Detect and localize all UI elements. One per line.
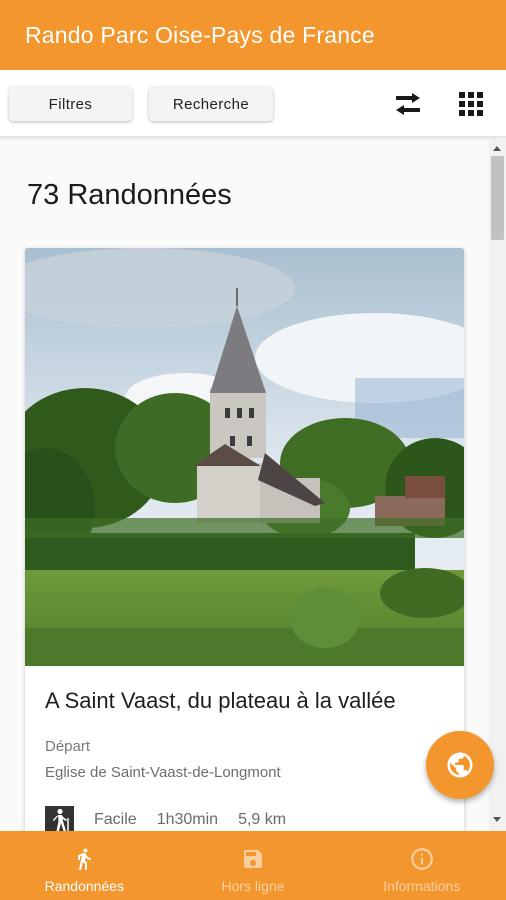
scrollbar[interactable] xyxy=(489,138,506,831)
distance-text: 5,9 km xyxy=(238,811,287,828)
toolbar: Filtres Recherche xyxy=(0,70,506,137)
hike-list[interactable]: 73 Randonnées A Saint Vaast, du plateau … xyxy=(0,138,489,831)
hike-meta: Facile 1h30min 5,9 km xyxy=(45,805,306,831)
difficulty-text: Facile xyxy=(94,811,137,828)
nav-label-randonnees: Randonnées xyxy=(44,878,125,894)
duration-text: 1h30min xyxy=(156,811,219,828)
depart-label: Départ xyxy=(45,738,91,755)
scrollbar-thumb[interactable] xyxy=(491,156,504,240)
filters-button[interactable]: Filtres xyxy=(9,87,132,121)
app-bar: Rando Parc Oise-Pays de France xyxy=(0,0,506,70)
walk-icon xyxy=(72,846,96,872)
hike-card[interactable]: A Saint Vaast, du plateau à la vallée Dé… xyxy=(25,248,464,831)
nav-hors-ligne[interactable]: Hors ligne xyxy=(169,831,338,900)
nav-label-hors-ligne: Hors ligne xyxy=(221,878,285,894)
app-title: Rando Parc Oise-Pays de France xyxy=(25,21,375,48)
info-icon xyxy=(409,846,435,872)
search-button[interactable]: Recherche xyxy=(149,87,273,121)
nav-randonnees[interactable]: Randonnées xyxy=(0,831,169,900)
map-fab-button[interactable] xyxy=(426,731,494,799)
hiker-icon xyxy=(45,805,74,831)
globe-icon xyxy=(447,752,473,778)
swap-horizontal-icon[interactable] xyxy=(389,88,427,120)
grid-view-icon[interactable] xyxy=(452,88,490,120)
scroll-up-arrow-icon[interactable] xyxy=(493,146,501,151)
save-icon xyxy=(241,846,265,872)
nav-label-informations: Informations xyxy=(383,878,461,894)
nav-informations[interactable]: Informations xyxy=(337,831,506,900)
hike-title[interactable]: A Saint Vaast, du plateau à la vallée xyxy=(45,688,396,714)
bottom-navigation: Randonnées Hors ligne Informations xyxy=(0,831,506,900)
results-count: 73 Randonnées xyxy=(27,179,232,211)
hike-photo xyxy=(25,248,464,666)
scroll-down-arrow-icon[interactable] xyxy=(493,817,501,822)
depart-value: Eglise de Saint-Vaast-de-Longmont xyxy=(45,764,281,781)
